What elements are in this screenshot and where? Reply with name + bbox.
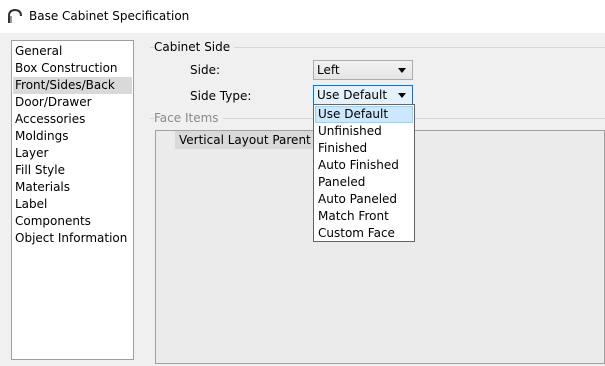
nav-item-door-drawer[interactable]: Door/Drawer	[13, 94, 132, 111]
arch-icon	[8, 8, 22, 23]
option-match-front[interactable]: Match Front	[315, 208, 413, 225]
nav-item-layer[interactable]: Layer	[13, 145, 132, 162]
nav-item-object-information[interactable]: Object Information	[13, 230, 132, 247]
nav-item-front-sides-back[interactable]: Front/Sides/Back	[13, 77, 132, 94]
option-auto-finished[interactable]: Auto Finished	[315, 157, 413, 174]
nav-item-accessories[interactable]: Accessories	[13, 111, 132, 128]
title-bar: Base Cabinet Specification	[0, 0, 605, 33]
side-select[interactable]: Left	[313, 60, 413, 80]
option-auto-paneled[interactable]: Auto Paneled	[315, 191, 413, 208]
side-type-select[interactable]: Use Default	[313, 85, 413, 105]
nav-item-general[interactable]: General	[13, 43, 132, 60]
tree-item-label: Vertical Layout Parent	[179, 133, 311, 147]
nav-item-box-construction[interactable]: Box Construction	[13, 60, 132, 77]
option-custom-face[interactable]: Custom Face	[315, 225, 413, 242]
side-select-value: Left	[317, 63, 340, 77]
option-paneled[interactable]: Paneled	[315, 174, 413, 191]
nav-list[interactable]: General Box Construction Front/Sides/Bac…	[11, 40, 134, 360]
nav-item-components[interactable]: Components	[13, 213, 132, 230]
window-title: Base Cabinet Specification	[29, 9, 190, 23]
side-type-dropdown-list[interactable]: Use Default Unfinished Finished Auto Fin…	[313, 104, 415, 242]
nav-item-fill-style[interactable]: Fill Style	[13, 162, 132, 179]
nav-item-materials[interactable]: Materials	[13, 179, 132, 196]
option-unfinished[interactable]: Unfinished	[315, 123, 413, 140]
option-use-default[interactable]: Use Default	[315, 106, 413, 123]
side-type-select-value: Use Default	[317, 88, 388, 102]
chevron-down-icon	[398, 93, 406, 98]
cabinet-side-heading: Cabinet Side	[154, 40, 235, 54]
face-items-heading: Face Items	[154, 111, 223, 125]
side-type-label: Side Type:	[190, 89, 252, 103]
nav-item-moldings[interactable]: Moldings	[13, 128, 132, 145]
option-finished[interactable]: Finished	[315, 140, 413, 157]
side-label: Side:	[190, 63, 220, 77]
chevron-down-icon	[398, 68, 406, 73]
nav-item-label[interactable]: Label	[13, 196, 132, 213]
